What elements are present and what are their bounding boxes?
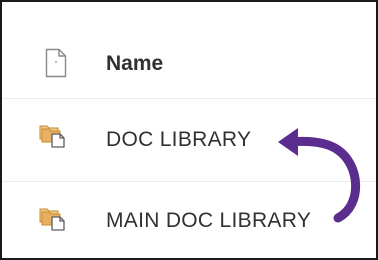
list-item[interactable]: MAIN DOC LIBRARY [2, 182, 376, 258]
list-item[interactable]: DOC LIBRARY [2, 99, 376, 182]
library-folder-icon [39, 205, 69, 231]
item-name-link[interactable]: DOC LIBRARY [106, 128, 251, 152]
file-icon[interactable] [45, 48, 67, 78]
library-folder-icon [39, 122, 69, 148]
item-name-link[interactable]: MAIN DOC LIBRARY [106, 209, 311, 233]
list-header-row: Name [2, 2, 376, 99]
name-column-header[interactable]: Name [106, 52, 163, 76]
document-list: Name DOC LIBRARY MAIN DOC LIBRARY [0, 0, 378, 260]
